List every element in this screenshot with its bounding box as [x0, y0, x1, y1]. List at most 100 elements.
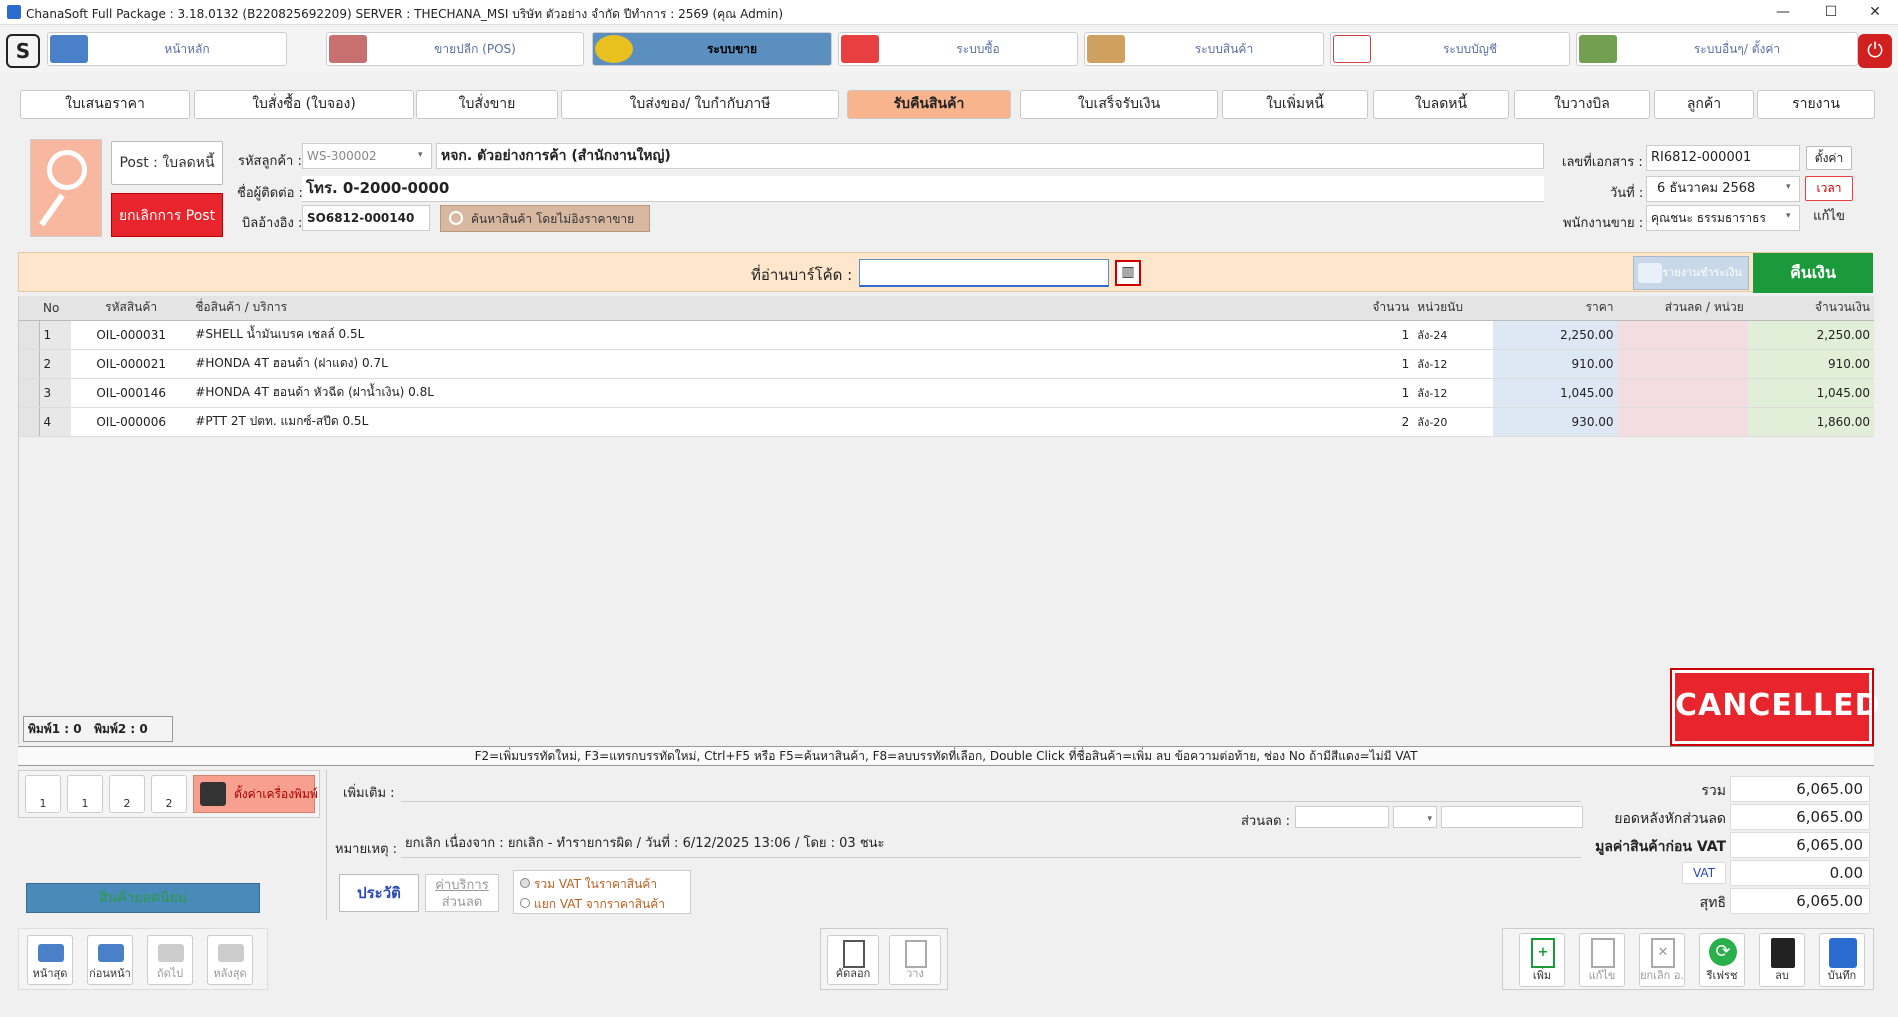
note-field[interactable]: ยกเลิก เนื่องจาก : ยกเลิก - ทำรายการผิด … [401, 832, 1581, 858]
col-unit[interactable]: หน่วยนับ [1413, 296, 1494, 321]
row-selector[interactable] [19, 349, 40, 379]
product-name[interactable]: #HONDA 4T ฮอนด้า หัวฉีด (ฝาน้ำเงิน) 0.8L [191, 378, 1314, 408]
product-name[interactable]: #HONDA 4T ฮอนด้า (ฝาแดง) 0.7L [191, 349, 1314, 379]
settings-button[interactable]: ตั้งค่า [1806, 146, 1852, 170]
product-code[interactable]: OIL-000021 [71, 349, 192, 379]
refresh-button[interactable]: ⟳ รีเฟรช [1699, 933, 1745, 987]
minimize-button[interactable]: — [1760, 0, 1806, 25]
amount[interactable]: 1,045.00 [1747, 378, 1874, 408]
vat-excluded-radio[interactable]: แยก VAT จากราคาสินค้า [520, 895, 665, 914]
chevron-down-icon[interactable]: ▾ [1786, 211, 1791, 221]
product-name[interactable]: #PTT 2T ปตท. แมกซ์-สปีด 0.5L [191, 407, 1314, 437]
col-name[interactable]: ชื่อสินค้า / บริการ [191, 296, 1314, 321]
time-button[interactable]: เวลา [1805, 176, 1853, 201]
price[interactable]: 1,045.00 [1493, 378, 1618, 408]
customer-code-field[interactable]: WS-300002 [302, 143, 432, 169]
tab-billing[interactable]: ใบวางบิล [1514, 90, 1650, 119]
row-number[interactable]: 3 [39, 378, 72, 408]
unit[interactable]: ลัง-24 [1413, 320, 1494, 350]
quantity[interactable]: 1 [1313, 378, 1414, 408]
tab-debit-note[interactable]: ใบเพิ่มหนี้ [1222, 90, 1368, 119]
ref-bill-field[interactable]: SO6812-000140 [302, 205, 430, 231]
tab-customer[interactable]: ลูกค้า [1654, 90, 1754, 119]
table-row[interactable]: 4 OIL-000006 #PTT 2T ปตท. แมกซ์-สปีด 0.5L 2… [19, 407, 1874, 437]
service-discount-button[interactable]: ค่าบริการ ส่วนลด [425, 874, 499, 912]
chevron-down-icon[interactable]: ▾ [418, 150, 423, 160]
price[interactable]: 2,250.00 [1493, 320, 1618, 350]
col-code[interactable]: รหัสสินค้า [71, 296, 192, 321]
print2-button[interactable]: 2 [109, 775, 145, 813]
cancel-doc-button[interactable]: ✕ ยกเลิก อ. [1639, 933, 1685, 987]
row-selector[interactable] [19, 378, 40, 408]
discount-amount-field[interactable] [1441, 806, 1583, 828]
delete-button[interactable]: ลบ [1759, 933, 1805, 987]
tab-delivery-invoice[interactable]: ใบส่งของ/ ใบกำกับภาษี [561, 90, 839, 119]
discount[interactable] [1617, 349, 1748, 379]
row-selector[interactable] [19, 407, 40, 437]
menu-pos[interactable]: ขายปลีก (POS) [326, 32, 584, 66]
discount[interactable] [1617, 378, 1748, 408]
popular-products-button[interactable]: สินค้ายอดนิยม [26, 883, 260, 913]
close-button[interactable]: ✕ [1852, 0, 1898, 25]
search-product-button[interactable]: ค้นหาสินค้า โดยไม่อิงราคาขาย [440, 205, 650, 232]
unit[interactable]: ลัง-12 [1413, 378, 1494, 408]
chanasoft-logo-icon[interactable]: S [6, 34, 40, 68]
payment-report-button[interactable]: รายงานชำระเงิน [1633, 256, 1749, 290]
table-row[interactable]: 2 OIL-000021 #HONDA 4T ฮอนด้า (ฝาแดง) 0.7L… [19, 349, 1874, 379]
paste-button[interactable]: วาง [889, 935, 941, 985]
nav-last-button[interactable]: หลังสุด [207, 935, 253, 985]
preview1-button[interactable]: 1 [67, 775, 103, 813]
tab-goods-return[interactable]: รับคืนสินค้า [847, 90, 1011, 119]
search-doc-button[interactable] [30, 139, 102, 237]
barcode-input[interactable] [859, 259, 1109, 287]
nav-first-button[interactable]: หน้าสุด [27, 935, 73, 985]
quantity[interactable]: 1 [1313, 349, 1414, 379]
col-qty[interactable]: จำนวน [1313, 296, 1414, 321]
table-row[interactable]: 1 OIL-000031 #SHELL น้ำมันเบรค เชลล์ 0.5L 1… [19, 320, 1874, 350]
row-number[interactable]: 1 [39, 320, 72, 350]
edit-salesman-button[interactable]: แก้ไข [1806, 205, 1852, 230]
extra-field[interactable] [401, 776, 1581, 802]
product-code[interactable]: OIL-000146 [71, 378, 192, 408]
amount[interactable]: 910.00 [1747, 349, 1874, 379]
col-discount[interactable]: ส่วนลด / หน่วย [1617, 296, 1748, 321]
copy-button[interactable]: คัดลอก [827, 935, 879, 985]
price[interactable]: 930.00 [1493, 407, 1618, 437]
menu-inventory[interactable]: ระบบสินค้า [1084, 32, 1324, 66]
preview2-button[interactable]: 2 [151, 775, 187, 813]
print1-button[interactable]: 1 [25, 775, 61, 813]
salesman-select[interactable]: คุณชนะ ธรรมธาราธร [1646, 205, 1800, 231]
discount-type-select[interactable]: ▾ [1393, 806, 1437, 828]
product-name[interactable]: #SHELL น้ำมันเบรค เชลล์ 0.5L [191, 320, 1314, 350]
row-number[interactable]: 4 [39, 407, 72, 437]
tab-receipt[interactable]: ใบเสร็จรับเงิน [1020, 90, 1218, 119]
quantity[interactable]: 2 [1313, 407, 1414, 437]
cancel-post-button[interactable]: ยกเลิกการ Post [111, 193, 223, 237]
discount-field[interactable] [1295, 806, 1389, 828]
save-button[interactable]: บันทึก [1819, 933, 1865, 987]
printer-setup-button[interactable]: ตั้งค่าเครื่องพิมพ์ [193, 775, 318, 813]
add-button[interactable]: + เพิ่ม [1519, 933, 1565, 987]
tab-report[interactable]: รายงาน [1757, 90, 1875, 119]
tab-quotation[interactable]: ใบเสนอราคา [20, 90, 190, 119]
refund-button[interactable]: คืนเงิน [1753, 253, 1873, 293]
product-code[interactable]: OIL-000031 [71, 320, 192, 350]
nav-next-button[interactable]: ถัดไป [147, 935, 193, 985]
vat-included-radio[interactable]: รวม VAT ในราคาสินค้า [520, 875, 657, 894]
menu-purchase[interactable]: ระบบซื้อ [838, 32, 1078, 66]
col-no[interactable]: No [39, 296, 72, 321]
price[interactable]: 910.00 [1493, 349, 1618, 379]
menu-accounting[interactable]: ระบบบัญชี [1330, 32, 1570, 66]
product-code[interactable]: OIL-000006 [71, 407, 192, 437]
discount[interactable] [1617, 320, 1748, 350]
menu-sales[interactable]: ระบบขาย [592, 32, 832, 66]
contact-field[interactable]: โทร. 0-2000-0000 [302, 176, 1544, 202]
menu-home[interactable]: หน้าหลัก [47, 32, 287, 66]
power-button[interactable]: ⏻ [1858, 34, 1892, 68]
table-row[interactable]: 3 OIL-000146 #HONDA 4T ฮอนด้า หัวฉีด (ฝาน้… [19, 378, 1874, 408]
row-number[interactable]: 2 [39, 349, 72, 379]
menu-settings[interactable]: ระบบอื่นๆ/ ตั้งค่า [1576, 32, 1858, 66]
tab-credit-note[interactable]: ใบลดหนี้ [1373, 90, 1509, 119]
discount[interactable] [1617, 407, 1748, 437]
barcode-scan-icon[interactable]: ▥ [1115, 260, 1141, 286]
